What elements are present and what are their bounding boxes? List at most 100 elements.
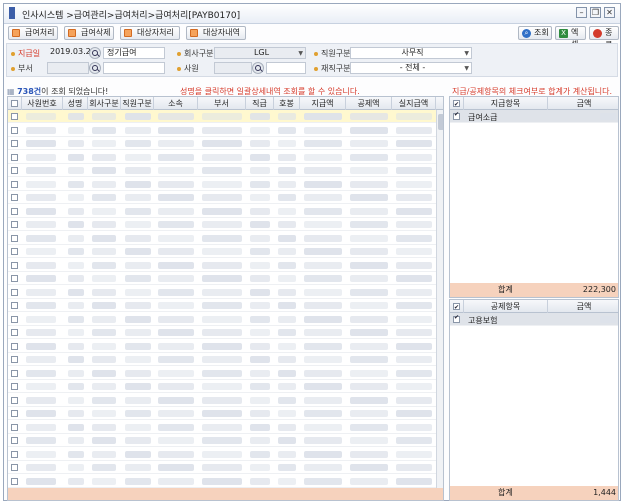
dept-code-field[interactable]: [47, 62, 89, 74]
col-net-pay[interactable]: 실지급액: [392, 97, 436, 110]
table-row[interactable]: [8, 299, 436, 312]
pay-type-field[interactable]: 정기급여: [103, 47, 165, 59]
row-checkbox[interactable]: [11, 383, 18, 390]
table-row[interactable]: [8, 178, 436, 191]
row-checkbox[interactable]: [11, 167, 18, 174]
row-checkbox[interactable]: [11, 261, 18, 269]
exit-button[interactable]: 종료: [589, 26, 619, 49]
table-row[interactable]: [8, 394, 436, 407]
deduct-item-row[interactable]: 고용보험: [450, 313, 618, 326]
table-row[interactable]: [8, 286, 436, 299]
pay-select-all-checkbox[interactable]: [453, 98, 460, 111]
row-checkbox[interactable]: [11, 113, 18, 120]
col-company[interactable]: 회사구분: [88, 97, 121, 110]
table-row[interactable]: [8, 110, 436, 123]
table-row[interactable]: [8, 461, 436, 474]
col-emp-no[interactable]: 사원번호: [22, 97, 63, 110]
table-row[interactable]: [8, 475, 436, 488]
dept-name-field[interactable]: [103, 62, 165, 74]
row-checkbox[interactable]: [11, 126, 18, 134]
col-pay-item-amount[interactable]: 금액: [548, 97, 618, 110]
header-select-all[interactable]: [8, 97, 22, 110]
row-checkbox[interactable]: [11, 275, 18, 282]
target-list-button[interactable]: 대상자내역: [186, 26, 246, 40]
row-checkbox[interactable]: [11, 315, 18, 323]
scroll-thumb[interactable]: [438, 114, 443, 130]
close-window-button[interactable]: ✕: [604, 7, 615, 18]
dept-search-icon[interactable]: [89, 62, 101, 74]
table-row[interactable]: [8, 151, 436, 164]
table-row[interactable]: [8, 191, 436, 204]
col-pay-amount[interactable]: 지급액: [300, 97, 346, 110]
employee-name-field[interactable]: [266, 62, 306, 74]
table-row[interactable]: [8, 137, 436, 150]
excel-button[interactable]: X엑셀: [555, 26, 586, 49]
col-job-type[interactable]: 직원구분: [121, 97, 154, 110]
row-checkbox[interactable]: [11, 234, 18, 242]
row-checkbox[interactable]: [11, 410, 18, 417]
col-deduct-item[interactable]: 공제항목: [464, 300, 548, 313]
table-row[interactable]: [8, 218, 436, 231]
pay-delete-button[interactable]: 급여삭제: [64, 26, 114, 40]
row-checkbox[interactable]: [11, 342, 18, 350]
status-select[interactable]: - 전체 - ▼: [350, 62, 472, 74]
pay-item-row[interactable]: 급여소급: [450, 110, 618, 123]
row-checkbox[interactable]: [11, 194, 18, 201]
table-row[interactable]: [8, 232, 436, 245]
col-deduction[interactable]: 공제액: [346, 97, 392, 110]
col-pay-item[interactable]: 지급항목: [464, 97, 548, 110]
table-row[interactable]: [8, 245, 436, 258]
col-rank[interactable]: 직급: [246, 97, 274, 110]
row-checkbox[interactable]: [11, 288, 18, 296]
table-row[interactable]: [8, 272, 436, 285]
table-row[interactable]: [8, 259, 436, 272]
table-row[interactable]: [8, 313, 436, 326]
row-checkbox[interactable]: [11, 140, 18, 147]
col-affiliation[interactable]: 소속: [154, 97, 198, 110]
deduct-select-all[interactable]: [450, 300, 464, 314]
row-checkbox[interactable]: [11, 180, 18, 188]
pay-date-search-icon[interactable]: [89, 47, 101, 59]
row-checkbox[interactable]: [11, 302, 18, 309]
table-row[interactable]: [8, 164, 436, 177]
employee-code-field[interactable]: [214, 62, 252, 74]
employee-search-icon[interactable]: [252, 62, 264, 74]
select-all-checkbox[interactable]: [11, 100, 18, 107]
table-row[interactable]: [8, 434, 436, 447]
col-name[interactable]: 성명: [63, 97, 88, 110]
col-deduct-item-amount[interactable]: 금액: [548, 300, 618, 313]
table-row[interactable]: [8, 340, 436, 353]
table-row[interactable]: [8, 367, 436, 380]
pay-process-button[interactable]: 급여처리: [8, 26, 58, 40]
row-checkbox[interactable]: [11, 450, 18, 458]
pay-date-field[interactable]: 2019.03.25: [47, 47, 96, 59]
table-row[interactable]: [8, 448, 436, 461]
row-checkbox[interactable]: [11, 437, 18, 444]
row-checkbox[interactable]: [11, 248, 18, 255]
table-row[interactable]: [8, 205, 436, 218]
row-checkbox[interactable]: [11, 464, 18, 471]
col-dept[interactable]: 부서: [198, 97, 246, 110]
table-row[interactable]: [8, 407, 436, 420]
row-checkbox[interactable]: [11, 356, 18, 363]
row-checkbox[interactable]: [11, 369, 18, 377]
row-checkbox[interactable]: [11, 221, 18, 228]
job-type-select[interactable]: 사무직 ▼: [350, 47, 472, 59]
minimize-button[interactable]: –: [576, 7, 587, 18]
col-step[interactable]: 호봉: [274, 97, 300, 110]
table-row[interactable]: [8, 326, 436, 339]
row-checkbox[interactable]: [11, 396, 18, 404]
pay-item-checkbox[interactable]: [453, 111, 460, 120]
company-select[interactable]: LGL ▼: [214, 47, 306, 59]
table-row[interactable]: [8, 353, 436, 366]
row-checkbox[interactable]: [11, 423, 18, 431]
row-checkbox[interactable]: [11, 329, 18, 336]
restore-button[interactable]: ❐: [590, 7, 601, 18]
row-checkbox[interactable]: [11, 207, 18, 215]
row-checkbox[interactable]: [11, 477, 18, 485]
deduct-item-checkbox[interactable]: [453, 314, 460, 323]
target-process-button[interactable]: 대상자처리: [120, 26, 180, 40]
vertical-scrollbar[interactable]: [436, 110, 443, 488]
search-button[interactable]: ⌕ 조회: [518, 26, 552, 40]
pay-select-all[interactable]: [450, 97, 464, 111]
